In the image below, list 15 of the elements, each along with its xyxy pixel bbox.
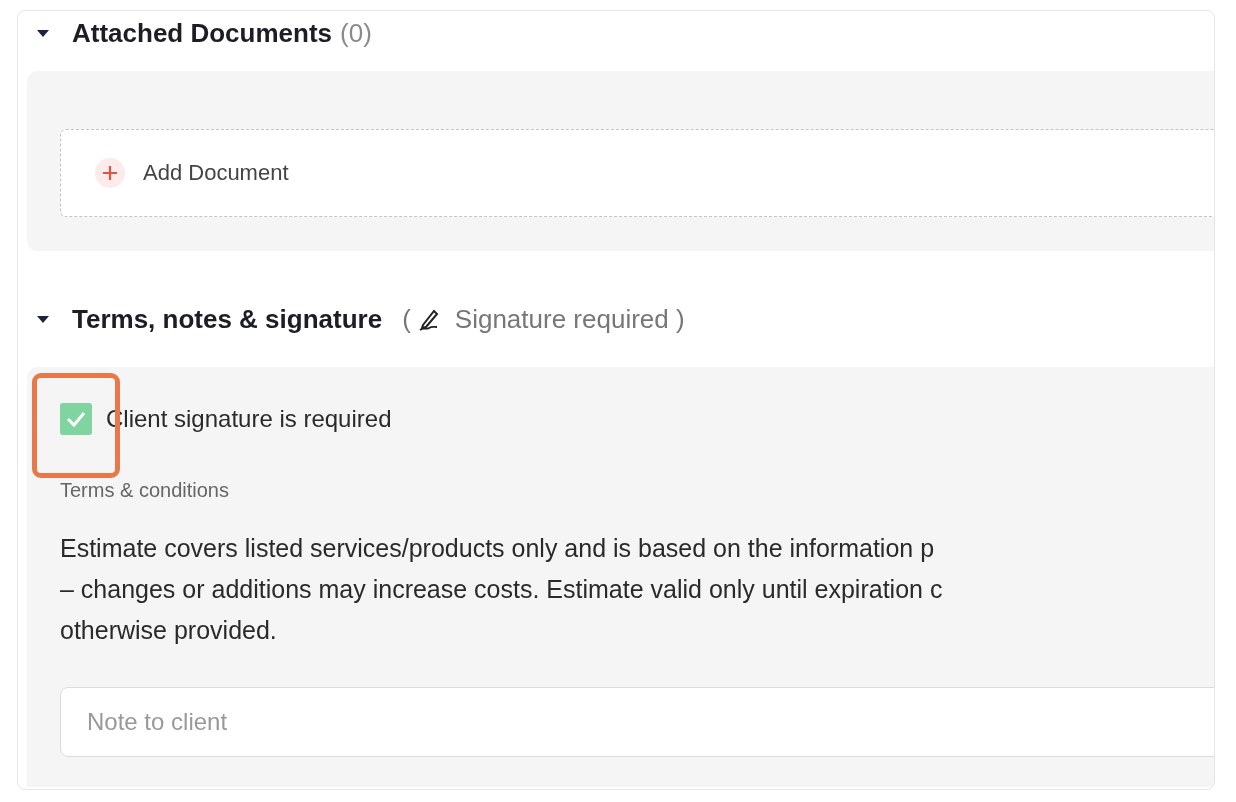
caret-icon[interactable] [36, 28, 50, 38]
signature-status: Signature required ) [454, 303, 685, 335]
field-label: Terms & conditions [60, 479, 230, 502]
terms-text: – changes or additions may increase costs. Estimate valid only until expiration c [60, 574, 944, 605]
section-title: Attached Documents [72, 17, 333, 49]
plus-icon [95, 158, 125, 188]
add-document-button[interactable]: Add Document [60, 129, 1214, 217]
signature-checkbox[interactable] [60, 403, 92, 435]
note-field[interactable]: Note to client [60, 687, 1214, 757]
paren-text: ( [402, 303, 411, 335]
terms-text: otherwise provided. [60, 615, 278, 646]
section-title: Terms, notes & signature [72, 303, 383, 335]
document-count: (0) [340, 17, 372, 49]
terms-text: Estimate covers listed services/products only and is based on the information p [60, 533, 936, 564]
caret-icon[interactable] [36, 314, 50, 324]
